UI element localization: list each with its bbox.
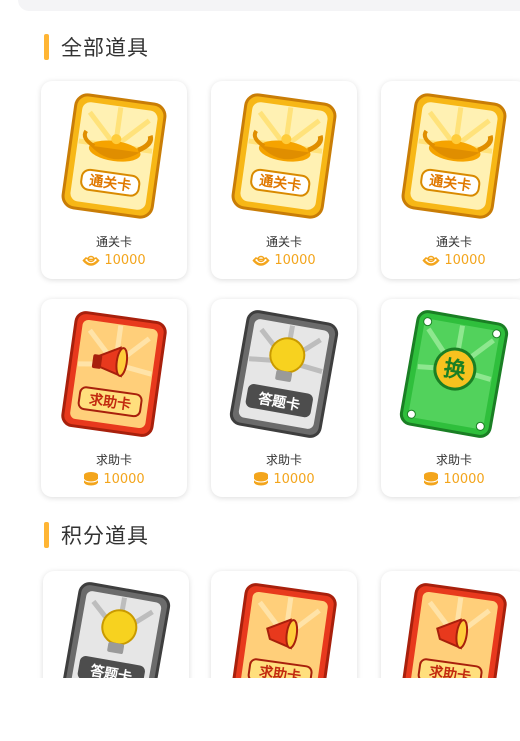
title-accent-bar	[44, 34, 49, 60]
answer-card-icon: 答题卡	[229, 310, 339, 438]
ingot-icon	[422, 254, 440, 268]
top-background-strip	[18, 0, 520, 11]
section-title-text: 积分道具	[61, 524, 149, 548]
coin-stack-icon	[423, 471, 439, 487]
help-card-icon: 求助卡	[61, 311, 167, 437]
prop-price-value: 10000	[104, 253, 146, 268]
pass-card-icon: 通关卡	[401, 93, 507, 219]
prop-card-pass[interactable]: 通关卡 通关卡 10000	[381, 81, 520, 279]
prop-name: 通关卡	[435, 235, 472, 249]
help-card-icon: 求助卡	[231, 583, 337, 678]
prop-price-value: 10000	[443, 471, 485, 487]
prop-price: 10000	[211, 471, 357, 487]
prop-price: 10000	[41, 471, 187, 487]
prop-price: 10000	[211, 253, 357, 268]
pass-card-icon: 通关卡	[231, 93, 337, 219]
prop-card-pass[interactable]: 通关卡 通关卡 10000	[211, 81, 357, 279]
coin-stack-icon	[253, 471, 269, 487]
prop-name: 通关卡	[265, 235, 302, 249]
prop-card-answer[interactable]: 答题卡 求助卡 10000	[211, 299, 357, 497]
title-accent-bar	[44, 522, 49, 548]
points-prop-card-help[interactable]: 求助卡	[381, 571, 520, 678]
prop-price: 10000	[381, 253, 520, 268]
prop-price-value: 10000	[274, 253, 316, 268]
pass-card-icon: 通关卡	[61, 93, 167, 219]
ingot-icon	[252, 254, 270, 268]
prop-price: 10000	[41, 253, 187, 268]
prop-card-swap[interactable]: 换 求助卡 10000	[381, 299, 520, 497]
ingot-icon	[82, 254, 100, 268]
prop-name: 求助卡	[265, 453, 302, 467]
bottom-blank-area	[0, 678, 520, 741]
prop-name: 求助卡	[95, 453, 132, 467]
section-title-points-props: 积分道具	[44, 520, 149, 550]
props-panel: 全部道具 通关卡 通关卡 10000 通关卡 通关卡 10000 通关卡 通关卡…	[18, 11, 520, 678]
help-card-icon: 求助卡	[401, 583, 507, 678]
coin-stack-icon	[83, 471, 99, 487]
points-prop-card-help[interactable]: 求助卡	[211, 571, 357, 678]
points-prop-card-answer[interactable]: 答题卡	[43, 571, 189, 678]
prop-price-value: 10000	[444, 253, 486, 268]
prop-name: 求助卡	[435, 453, 472, 467]
swap-card-icon: 换	[399, 310, 509, 438]
prop-price-value: 10000	[273, 471, 315, 487]
prop-card-help[interactable]: 求助卡 求助卡 10000	[41, 299, 187, 497]
prop-card-pass[interactable]: 通关卡 通关卡 10000	[41, 81, 187, 279]
prop-price: 10000	[381, 471, 520, 487]
prop-name: 通关卡	[95, 235, 132, 249]
prop-price-value: 10000	[103, 471, 145, 487]
answer-card-icon: 答题卡	[61, 582, 171, 678]
section-title-all-props: 全部道具	[44, 32, 149, 62]
section-title-text: 全部道具	[61, 36, 149, 60]
